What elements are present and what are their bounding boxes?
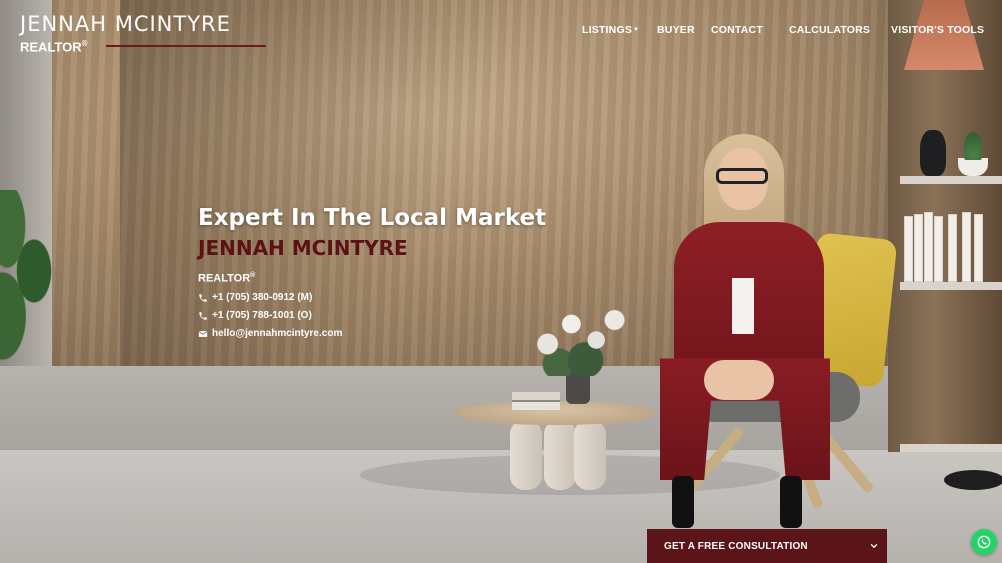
phone-icon: [198, 311, 208, 321]
email-text: hello@jennahmcintyre.com: [212, 328, 343, 340]
nav-item-contact[interactable]: CONTACT: [711, 24, 763, 36]
book: [924, 212, 933, 282]
logo-underline: [106, 45, 266, 47]
hero-agent-title: REALTOR®: [198, 269, 618, 286]
shelf: [900, 282, 1002, 290]
floor-lamp-base: [944, 470, 1002, 490]
hero-agent-title-text: REALTOR: [198, 272, 251, 285]
main-nav: LISTINGS▼ BUYER CONTACT CALCULATORS VISI…: [0, 24, 1002, 40]
free-consultation-label: GET A FREE CONSULTATION: [664, 540, 808, 552]
nav-item-listings[interactable]: LISTINGS▼: [582, 24, 639, 36]
book: [974, 214, 983, 282]
hero-content: Expert In The Local Market JENNAH MCINTY…: [198, 204, 618, 342]
nav-item-buyer[interactable]: BUYER: [657, 24, 695, 36]
nav-item-label: CALCULATORS: [789, 24, 871, 36]
table-leg: [544, 420, 576, 490]
whatsapp-icon: [976, 534, 992, 550]
realtor-hands: [704, 360, 774, 400]
nav-item-label: VISITOR'S TOOLS: [891, 24, 985, 36]
logo-title-text: REALTOR: [20, 39, 82, 55]
chevron-down-icon: [869, 541, 879, 551]
shoe: [672, 476, 694, 528]
nav-item-label: BUYER: [657, 24, 695, 36]
potted-plant: [958, 132, 988, 176]
envelope-icon: [198, 329, 208, 339]
registered-mark: ®: [250, 272, 256, 279]
nav-item-label: CONTACT: [711, 24, 763, 36]
free-consultation-button[interactable]: GET A FREE CONSULTATION: [647, 529, 887, 563]
table-leg: [510, 420, 542, 490]
shoe: [780, 476, 802, 528]
book: [962, 212, 971, 282]
caret-down-icon: ▼: [633, 27, 640, 33]
registered-mark: ®: [81, 39, 88, 48]
shelf: [900, 176, 1002, 184]
hero-agent-name: JENNAH MCINTYRE: [198, 236, 408, 260]
email-link[interactable]: hello@jennahmcintyre.com: [198, 326, 618, 342]
mobile-phone-link[interactable]: +1 (705) 380-0912 (M): [198, 290, 618, 306]
mobile-phone-text: +1 (705) 380-0912 (M): [212, 292, 313, 304]
shelf: [900, 444, 1002, 452]
glasses: [716, 168, 768, 184]
realtor-top: [732, 278, 754, 334]
office-phone-text: +1 (705) 788-1001 (O): [212, 310, 312, 322]
office-phone-link[interactable]: +1 (705) 788-1001 (O): [198, 308, 618, 324]
book-stack: [512, 392, 560, 410]
book: [914, 214, 923, 282]
hero-tagline: Expert In The Local Market: [198, 205, 547, 231]
nav-item-visitors-tools[interactable]: VISITOR'S TOOLS: [891, 24, 984, 36]
plant: [0, 190, 70, 370]
book: [904, 216, 913, 282]
book: [948, 214, 957, 282]
nav-item-calculators[interactable]: CALCULATORS: [789, 24, 870, 36]
phone-icon: [198, 293, 208, 303]
book: [934, 216, 943, 282]
black-vase: [920, 130, 946, 176]
table-leg: [574, 420, 606, 490]
nav-item-label: LISTINGS: [582, 24, 633, 36]
whatsapp-button[interactable]: [971, 529, 997, 555]
